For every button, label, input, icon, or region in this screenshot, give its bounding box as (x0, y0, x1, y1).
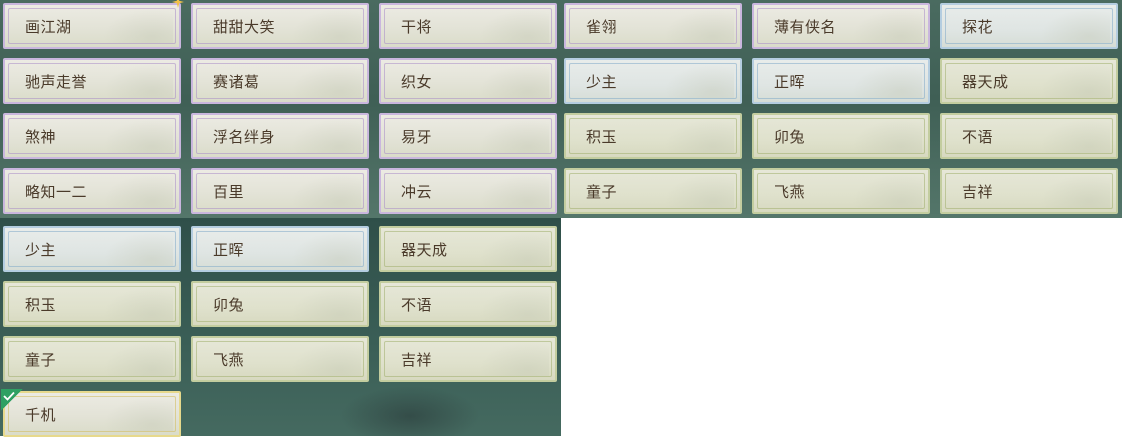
title-card[interactable]: 正晖 (191, 226, 369, 272)
title-card[interactable]: 探花 (940, 3, 1118, 49)
title-card-label: 雀翎 (586, 17, 618, 36)
title-card[interactable]: 煞神 (3, 113, 181, 159)
title-card-label: 画江湖 (25, 17, 72, 36)
title-card[interactable]: 童子 (3, 336, 181, 382)
title-card-label: 少主 (25, 240, 57, 259)
title-card[interactable]: 百里 (191, 168, 369, 214)
title-card-label: 不语 (962, 127, 994, 146)
title-card-label: 驰声走誉 (25, 72, 88, 91)
title-card[interactable]: 冲云 (379, 168, 557, 214)
title-card-label: 冲云 (401, 182, 433, 201)
title-card-label: 探花 (962, 17, 994, 36)
title-card-label: 少主 (586, 72, 618, 91)
title-card[interactable]: 积玉 (3, 281, 181, 327)
title-card[interactable]: 卯兔 (191, 281, 369, 327)
title-card[interactable]: 浮名绊身 (191, 113, 369, 159)
title-card-label: 千机 (25, 405, 57, 424)
title-card[interactable]: 干将 (379, 3, 557, 49)
title-card[interactable]: 积玉 (564, 113, 742, 159)
check-icon (1, 389, 23, 411)
title-card[interactable]: 器天成 (379, 226, 557, 272)
title-card[interactable]: 童子 (564, 168, 742, 214)
title-card-label: 赛诸葛 (213, 72, 260, 91)
title-card[interactable]: 吉祥 (940, 168, 1118, 214)
title-card-label: 甜甜大笑 (213, 17, 276, 36)
title-card[interactable]: 驰声走誉 (3, 58, 181, 104)
title-card[interactable]: 少主 (3, 226, 181, 272)
sparkle-icon (172, 0, 184, 8)
background-character-silhouette (340, 386, 480, 436)
title-card-label: 百里 (213, 182, 245, 201)
title-card[interactable]: 略知一二 (3, 168, 181, 214)
title-card-label: 易牙 (401, 127, 433, 146)
title-card-label: 童子 (25, 350, 57, 369)
title-card-label: 卯兔 (213, 295, 245, 314)
title-card-label: 吉祥 (962, 182, 994, 201)
title-card-label: 正晖 (213, 240, 245, 259)
title-card[interactable]: 甜甜大笑 (191, 3, 369, 49)
title-card-label: 积玉 (25, 295, 57, 314)
title-card-label: 积玉 (586, 127, 618, 146)
title-card[interactable]: 少主 (564, 58, 742, 104)
title-card-label: 飞燕 (213, 350, 245, 369)
title-card[interactable]: 雀翎 (564, 3, 742, 49)
title-card[interactable]: 卯兔 (752, 113, 930, 159)
title-card-label: 煞神 (25, 127, 57, 146)
title-card[interactable]: 赛诸葛 (191, 58, 369, 104)
title-card[interactable]: 易牙 (379, 113, 557, 159)
title-card-label: 器天成 (962, 72, 1009, 91)
title-card-label: 不语 (401, 295, 433, 314)
title-card-label: 卯兔 (774, 127, 806, 146)
title-card[interactable]: 飞燕 (191, 336, 369, 382)
title-card-label: 浮名绊身 (213, 127, 276, 146)
title-card-label: 织女 (401, 72, 433, 91)
title-card-selected[interactable]: 千机 (3, 391, 181, 437)
title-card[interactable]: 正晖 (752, 58, 930, 104)
title-card[interactable]: 织女 (379, 58, 557, 104)
title-card-label: 飞燕 (774, 182, 806, 201)
title-card-label: 干将 (401, 17, 433, 36)
title-card[interactable]: 吉祥 (379, 336, 557, 382)
title-card-label: 略知一二 (25, 182, 88, 201)
title-card[interactable]: 薄有侠名 (752, 3, 930, 49)
title-card[interactable]: 不语 (379, 281, 557, 327)
title-card-label: 童子 (586, 182, 618, 201)
title-card-label: 吉祥 (401, 350, 433, 369)
title-card-label: 正晖 (774, 72, 806, 91)
title-card[interactable]: 画江湖 (3, 3, 181, 49)
title-card[interactable]: 飞燕 (752, 168, 930, 214)
title-card-label: 薄有侠名 (774, 17, 837, 36)
title-card-label: 器天成 (401, 240, 448, 259)
title-card[interactable]: 器天成 (940, 58, 1118, 104)
title-card[interactable]: 不语 (940, 113, 1118, 159)
